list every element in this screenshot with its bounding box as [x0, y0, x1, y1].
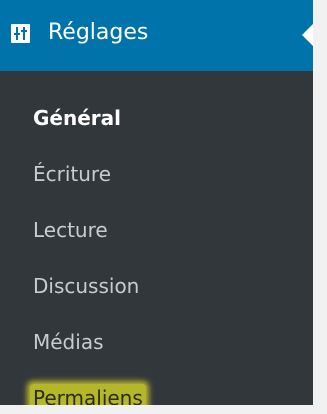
submenu-item-reading[interactable]: Lecture — [0, 202, 313, 258]
submenu-item-discussion[interactable]: Discussion — [0, 258, 313, 314]
settings-submenu: Général Écriture Lecture Discussion Médi… — [0, 90, 313, 405]
submenu-item-permalinks[interactable]: Permaliens — [0, 370, 313, 405]
submenu-item-label: Médias — [33, 330, 104, 354]
submenu-item-label: Discussion — [33, 274, 140, 298]
submenu-item-label: Général — [33, 106, 121, 130]
menu-header-title: Réglages — [48, 20, 149, 45]
submenu-item-general[interactable]: Général — [0, 90, 313, 146]
settings-sliders-icon — [11, 24, 30, 43]
menu-header-settings[interactable]: Réglages — [0, 0, 313, 71]
admin-menu-panel: Réglages Général Écriture Lecture Discus… — [0, 0, 313, 405]
page-background — [313, 71, 327, 414]
submenu-item-media[interactable]: Médias — [0, 314, 313, 370]
submenu-item-label-highlighted: Permaliens — [30, 384, 146, 405]
submenu-item-label: Écriture — [33, 162, 112, 186]
submenu-item-writing[interactable]: Écriture — [0, 146, 313, 202]
submenu-item-label: Lecture — [33, 218, 108, 242]
current-menu-caret-icon — [302, 24, 313, 46]
